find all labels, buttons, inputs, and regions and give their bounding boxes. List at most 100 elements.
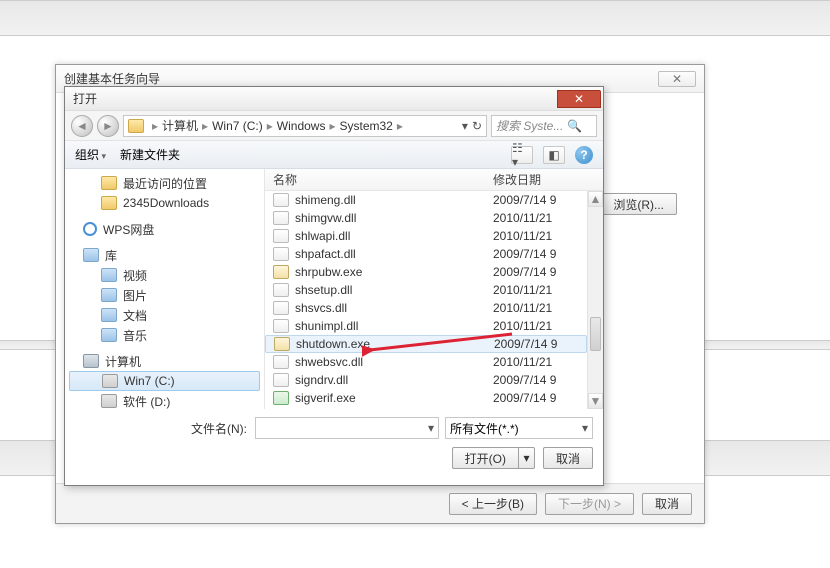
file-row[interactable]: shimeng.dll 2009/7/14 9 <box>265 191 587 209</box>
file-icon <box>273 247 289 261</box>
filename-input[interactable]: ▾ <box>255 417 439 439</box>
view-mode-icon[interactable]: ☷ ▾ <box>511 146 533 164</box>
sidebar-item-drive-c[interactable]: Win7 (C:) <box>69 371 260 391</box>
refresh-icon[interactable]: ↻ <box>472 119 482 133</box>
sidebar-item-downloads[interactable]: 2345Downloads <box>65 193 264 213</box>
file-name: shutdown.exe <box>296 337 370 351</box>
file-filter-select[interactable]: 所有文件(*.*)▾ <box>445 417 593 439</box>
back-button[interactable]: < 上一步(B) <box>449 493 537 515</box>
file-row[interactable]: shwebsvc.dll 2010/11/21 <box>265 353 587 371</box>
file-row[interactable]: sigverif.exe2009/7/14 9 <box>265 389 587 407</box>
toolbar: 组织 新建文件夹 ☷ ▾ ◧ ? <box>65 141 603 169</box>
file-row[interactable]: signdrv.dll2009/7/14 9 <box>265 371 587 389</box>
file-row[interactable]: shsetup.dll 2010/11/21 <box>265 281 587 299</box>
file-date: 2010/11/21 <box>493 301 552 315</box>
file-row[interactable]: shsvcs.dll 2010/11/21 <box>265 299 587 317</box>
sidebar-item-computer[interactable]: 计算机 <box>65 351 264 371</box>
organize-menu[interactable]: 组织 <box>75 146 106 163</box>
nav-forward-icon[interactable]: ► <box>97 115 119 137</box>
file-date: 2009/7/14 9 <box>493 265 556 279</box>
scroll-up-icon[interactable]: ▲ <box>588 191 603 207</box>
col-name[interactable]: 名称 <box>273 171 493 188</box>
help-icon[interactable]: ? <box>575 146 593 164</box>
crumb-1[interactable]: Win7 (C:) <box>212 119 263 133</box>
preview-pane-icon[interactable]: ◧ <box>543 146 565 164</box>
file-row[interactable]: shutdown.exe 2009/7/14 9 <box>265 335 587 353</box>
file-icon <box>273 373 289 387</box>
open-button-dropdown-icon[interactable]: ▾ <box>519 447 535 469</box>
file-rows: shimeng.dll 2009/7/14 9 shimgvw.dll 2010/11… <box>265 191 587 409</box>
panes: 最近访问的位置 2345Downloads WPS网盘 库 视频 图片 文档 音… <box>65 169 603 409</box>
file-date: 2010/11/21 <box>493 319 552 333</box>
file-date: 2009/7/14 9 <box>493 373 556 387</box>
file-icon <box>273 319 289 333</box>
open-file-dialog: 打开 ✕ ◄ ► ▸ 计算机▸ Win7 (C:)▸ Windows▸ Syst… <box>64 86 604 486</box>
nav-back-icon[interactable]: ◄ <box>71 115 93 137</box>
file-icon <box>273 265 289 279</box>
file-name: sigverif.exe <box>295 391 356 405</box>
new-folder-button[interactable]: 新建文件夹 <box>120 146 180 163</box>
scroll-down-icon[interactable]: ▼ <box>588 393 603 409</box>
file-icon <box>273 283 289 297</box>
search-input[interactable]: 搜索 Syste... 🔍 <box>491 115 597 137</box>
crumb-0[interactable]: 计算机 <box>162 117 198 134</box>
wizard-close-icon[interactable]: ✕ <box>658 71 696 87</box>
open-cancel-button[interactable]: 取消 <box>543 447 593 469</box>
file-row[interactable]: shlwapi.dll 2010/11/21 <box>265 227 587 245</box>
open-dialog-title: 打开 <box>73 90 97 107</box>
col-date[interactable]: 修改日期 <box>493 171 541 188</box>
sidebar-item-drive-d[interactable]: 软件 (D:) <box>65 391 264 409</box>
file-list: 名称 修改日期 shimeng.dll 2009/7/14 9 shimgvw.dl… <box>265 169 603 409</box>
file-date: 2010/11/21 <box>493 283 552 297</box>
scroll-track[interactable] <box>588 207 603 393</box>
sidebar-item-music[interactable]: 音乐 <box>65 325 264 345</box>
file-date: 2010/11/21 <box>493 229 552 243</box>
file-name: shrpubw.exe <box>295 265 362 279</box>
file-name: shsetup.dll <box>295 283 352 297</box>
file-list-header[interactable]: 名称 修改日期 <box>265 169 603 191</box>
file-row[interactable]: shpafact.dll 2009/7/14 9 <box>265 245 587 263</box>
sidebar-item-recent[interactable]: 最近访问的位置 <box>65 173 264 193</box>
file-date: 2010/11/21 <box>493 211 552 225</box>
search-icon: 🔍 <box>567 119 582 133</box>
file-row[interactable]: shimgvw.dll 2010/11/21 <box>265 209 587 227</box>
file-icon <box>273 211 289 225</box>
file-icon <box>274 337 290 351</box>
wizard-footer: < 上一步(B) 下一步(N) > 取消 <box>56 483 704 523</box>
file-date: 2009/7/14 9 <box>493 247 556 261</box>
sidebar-item-pictures[interactable]: 图片 <box>65 285 264 305</box>
close-icon[interactable]: ✕ <box>557 90 601 108</box>
file-icon <box>273 229 289 243</box>
scrollbar[interactable]: ▲ ▼ <box>587 191 603 409</box>
file-name: shimgvw.dll <box>295 211 356 225</box>
file-name: shwebsvc.dll <box>295 355 363 369</box>
sidebar-item-wps[interactable]: WPS网盘 <box>65 219 264 239</box>
search-placeholder: 搜索 Syste... <box>496 117 563 134</box>
sidebar-item-libraries[interactable]: 库 <box>65 245 264 265</box>
sidebar-item-documents[interactable]: 文档 <box>65 305 264 325</box>
folder-icon <box>128 119 144 133</box>
filename-label: 文件名(N): <box>191 420 247 437</box>
wizard-cancel-button[interactable]: 取消 <box>642 493 692 515</box>
file-row[interactable]: shrpubw.exe 2009/7/14 9 <box>265 263 587 281</box>
crumb-3[interactable]: System32 <box>340 119 393 133</box>
next-button: 下一步(N) > <box>545 493 634 515</box>
file-name: shpafact.dll <box>295 247 356 261</box>
file-date: 2009/7/14 9 <box>494 337 557 351</box>
file-name: shimeng.dll <box>295 193 356 207</box>
address-bar: ◄ ► ▸ 计算机▸ Win7 (C:)▸ Windows▸ System32▸… <box>65 111 603 141</box>
file-row[interactable]: shunimpl.dll2010/11/21 <box>265 317 587 335</box>
open-button[interactable]: 打开(O) ▾ <box>452 447 535 469</box>
file-icon <box>273 301 289 315</box>
scroll-thumb[interactable] <box>590 317 601 351</box>
open-dialog-titlebar[interactable]: 打开 ✕ <box>65 87 603 111</box>
file-name: shsvcs.dll <box>295 301 347 315</box>
wizard-title-text: 创建基本任务向导 <box>64 70 160 87</box>
file-date: 2009/7/14 9 <box>493 193 556 207</box>
crumb-2[interactable]: Windows <box>277 119 326 133</box>
breadcrumb[interactable]: ▸ 计算机▸ Win7 (C:)▸ Windows▸ System32▸ ▾↻ <box>123 115 487 137</box>
sidebar-item-videos[interactable]: 视频 <box>65 265 264 285</box>
file-name: shlwapi.dll <box>295 229 350 243</box>
file-date: 2010/11/21 <box>493 355 552 369</box>
browse-button[interactable]: 浏览(R)... <box>600 193 677 215</box>
